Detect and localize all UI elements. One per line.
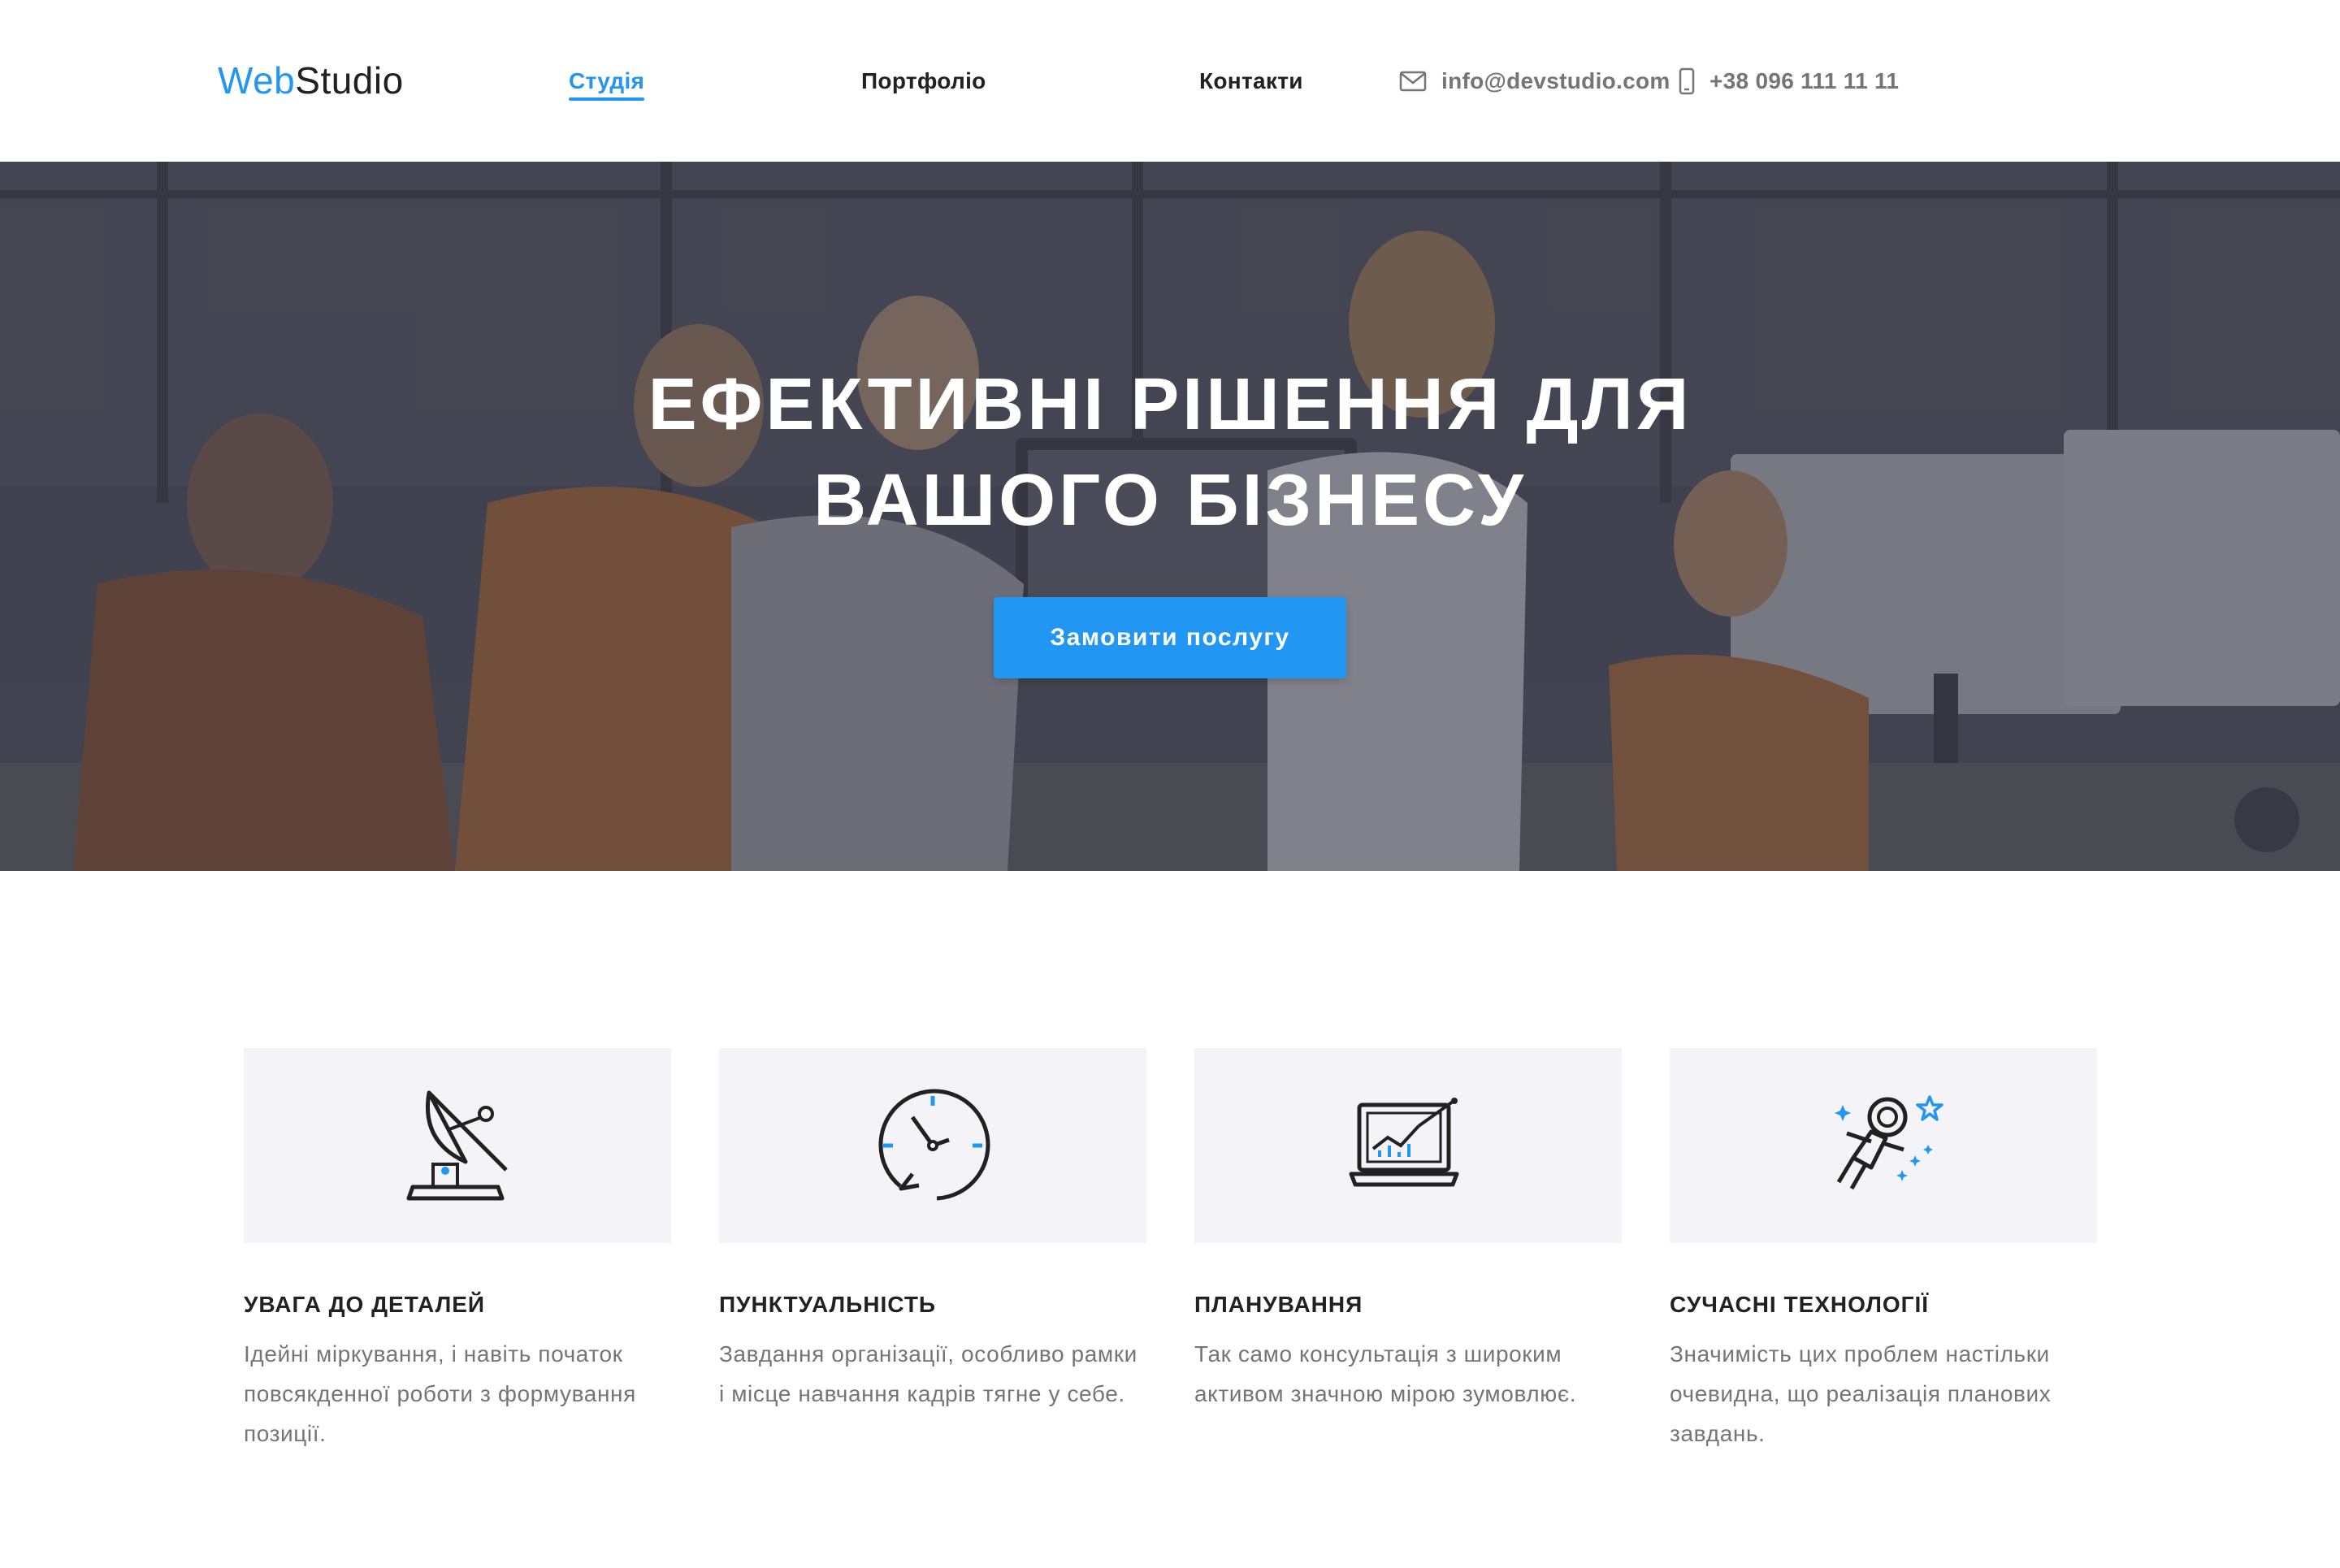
laptop-chart-icon bbox=[1349, 1098, 1459, 1187]
feature-icon-box bbox=[244, 1048, 671, 1243]
logo-part-web: Web bbox=[218, 59, 296, 102]
phone-text: +38 096 111 11 11 bbox=[1710, 68, 1900, 93]
feature-text: Ідейні міркування, і навіть початок повс… bbox=[244, 1341, 636, 1446]
nav-item-studio[interactable]: Студія bbox=[569, 65, 645, 101]
hero-section: Ефективні рішення для вашого бізнесу Зам… bbox=[0, 162, 2340, 871]
clock-icon bbox=[878, 1089, 990, 1201]
feature-text: Так само консультація з широким активом … bbox=[1194, 1341, 1577, 1406]
astronaut-icon bbox=[1835, 1095, 1944, 1190]
hero-title-line-1: Ефективні рішення для bbox=[648, 364, 1692, 445]
feature-card: Увага до деталей Ідейні міркування, і на… bbox=[244, 1048, 671, 1453]
nav-item-portfolio[interactable]: Портфоліо bbox=[861, 65, 986, 97]
site-header: WebStudio Студія Портфоліо Контакти info… bbox=[0, 0, 2340, 162]
order-service-button[interactable]: Замовити послугу bbox=[994, 597, 1346, 678]
feature-text: Значимість цих проблем настільки очевидн… bbox=[1670, 1341, 2052, 1446]
feature-text: Завдання організації, особливо рамки і м… bbox=[719, 1341, 1138, 1406]
feature-title: Пунктуальність bbox=[719, 1292, 937, 1317]
logo[interactable]: WebStudio bbox=[218, 55, 404, 106]
satellite-dish-icon bbox=[406, 1090, 508, 1201]
feature-title: Увага до деталей bbox=[244, 1292, 486, 1317]
hero-title: Ефективні рішення для вашого бізнесу bbox=[0, 357, 2340, 548]
mail-icon bbox=[1399, 71, 1427, 92]
feature-card: Пунктуальність Завдання організації, осо… bbox=[719, 1048, 1146, 1414]
feature-card: Планування Так само консультація з широк… bbox=[1194, 1048, 1622, 1414]
feature-title: Сучасні технології bbox=[1670, 1292, 1930, 1317]
feature-icon-box bbox=[719, 1048, 1146, 1243]
feature-card: Сучасні технології Значимість цих пробле… bbox=[1670, 1048, 2097, 1453]
phone-link[interactable]: +38 096 111 11 11 bbox=[1679, 65, 1899, 97]
logo-part-studio: Studio bbox=[295, 59, 404, 102]
feature-icon-box bbox=[1194, 1048, 1622, 1243]
feature-icon-box bbox=[1670, 1048, 2097, 1243]
email-link[interactable]: info@devstudio.com bbox=[1399, 65, 1670, 97]
nav-item-contacts[interactable]: Контакти bbox=[1199, 65, 1303, 97]
phone-icon bbox=[1679, 67, 1695, 95]
email-text: info@devstudio.com bbox=[1441, 68, 1670, 93]
feature-title: Планування bbox=[1194, 1292, 1363, 1317]
hero-title-line-2: вашого бізнесу bbox=[813, 460, 1527, 541]
